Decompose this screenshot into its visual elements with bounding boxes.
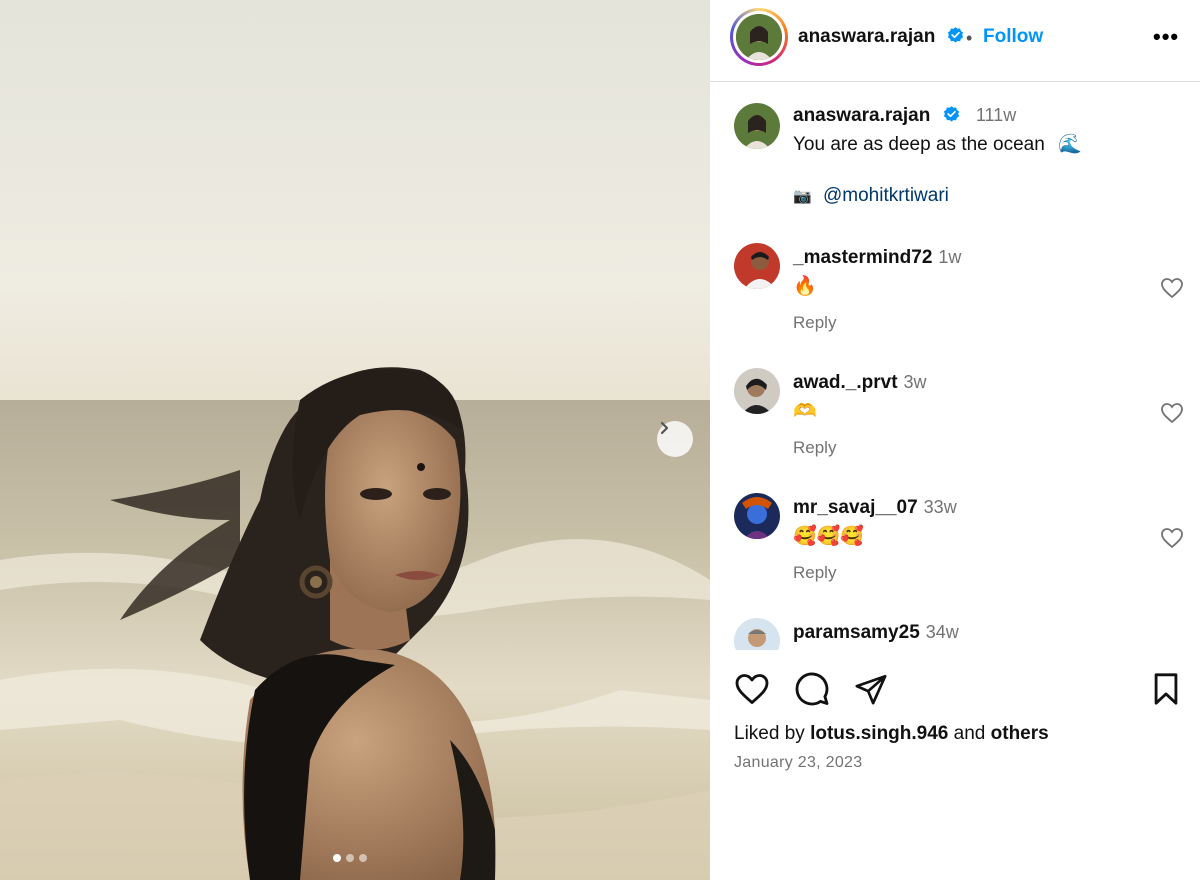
heart-icon[interactable] <box>734 672 770 706</box>
credit-mention-link[interactable]: @mohitkrtiwari <box>823 185 949 206</box>
comment-time[interactable]: 34w <box>926 622 959 642</box>
story-ring[interactable] <box>730 8 788 66</box>
wave-emoji: 🌊 <box>1058 134 1082 155</box>
post-sidebar: anaswara.rajan • Follow ••• anaswara.raj… <box>710 0 1200 880</box>
comment-time[interactable]: 3w <box>904 372 927 392</box>
comment-text: 🔥 <box>793 276 817 297</box>
avatar[interactable] <box>734 618 780 650</box>
action-bar <box>710 660 1200 720</box>
comments-list[interactable]: anaswara.rajan 111w You are as deep as t… <box>710 83 1200 650</box>
next-photo-button[interactable] <box>657 421 693 457</box>
avatar[interactable] <box>736 14 782 60</box>
photo-illustration <box>0 0 710 880</box>
avatar[interactable] <box>734 103 780 149</box>
reply-button[interactable]: Reply <box>793 313 836 333</box>
more-options-icon[interactable]: ••• <box>1153 24 1179 50</box>
comment-text: 🫶 <box>793 401 817 422</box>
verified-badge-icon <box>943 106 959 122</box>
comment-username[interactable]: _mastermind72 <box>793 247 932 268</box>
liked-prefix: Liked by <box>734 723 805 744</box>
caption-text: You are as deep as the ocean <box>793 134 1045 155</box>
liked-user-link[interactable]: lotus.singh.946 <box>810 723 948 744</box>
comment-icon[interactable] <box>794 672 830 708</box>
comment-username[interactable]: awad._.prvt <box>793 372 898 393</box>
liked-mid: and <box>953 723 986 744</box>
comment-time[interactable]: 33w <box>924 497 957 517</box>
caption-time[interactable]: 111w <box>976 105 1016 125</box>
post-date[interactable]: January 23, 2023 <box>734 754 862 772</box>
follow-button[interactable]: Follow <box>983 26 1043 48</box>
share-icon[interactable] <box>854 672 888 706</box>
chevron-right-icon <box>660 421 669 435</box>
comment-text: 🥰🥰🥰 <box>793 526 864 547</box>
camera-emoji: 📷 <box>793 188 812 205</box>
avatar[interactable] <box>734 368 780 414</box>
carousel-dot <box>346 854 354 862</box>
verified-badge-icon <box>947 27 963 43</box>
likes-summary: Liked by lotus.singh.946 and others <box>734 723 1049 745</box>
carousel-dot <box>359 854 367 862</box>
comment-time[interactable]: 1w <box>938 247 961 267</box>
reply-button[interactable]: Reply <box>793 438 836 458</box>
post-photo[interactable] <box>0 0 710 880</box>
separator-dot: • <box>966 28 973 48</box>
liked-others-link[interactable]: others <box>991 723 1049 744</box>
heart-icon[interactable] <box>1160 527 1184 549</box>
author-username[interactable]: anaswara.rajan <box>798 26 935 47</box>
bookmark-icon[interactable] <box>1150 672 1182 706</box>
carousel-indicator <box>333 854 367 862</box>
reply-button[interactable]: Reply <box>793 563 836 583</box>
heart-icon[interactable] <box>1160 402 1184 424</box>
post-header: anaswara.rajan • Follow ••• <box>710 0 1200 82</box>
heart-icon[interactable] <box>1160 277 1184 299</box>
carousel-dot <box>333 854 341 862</box>
caption-username[interactable]: anaswara.rajan <box>793 105 930 126</box>
avatar[interactable] <box>734 243 780 289</box>
comment-username[interactable]: mr_savaj__07 <box>793 497 918 518</box>
comment-username[interactable]: paramsamy25 <box>793 622 920 643</box>
avatar[interactable] <box>734 493 780 539</box>
